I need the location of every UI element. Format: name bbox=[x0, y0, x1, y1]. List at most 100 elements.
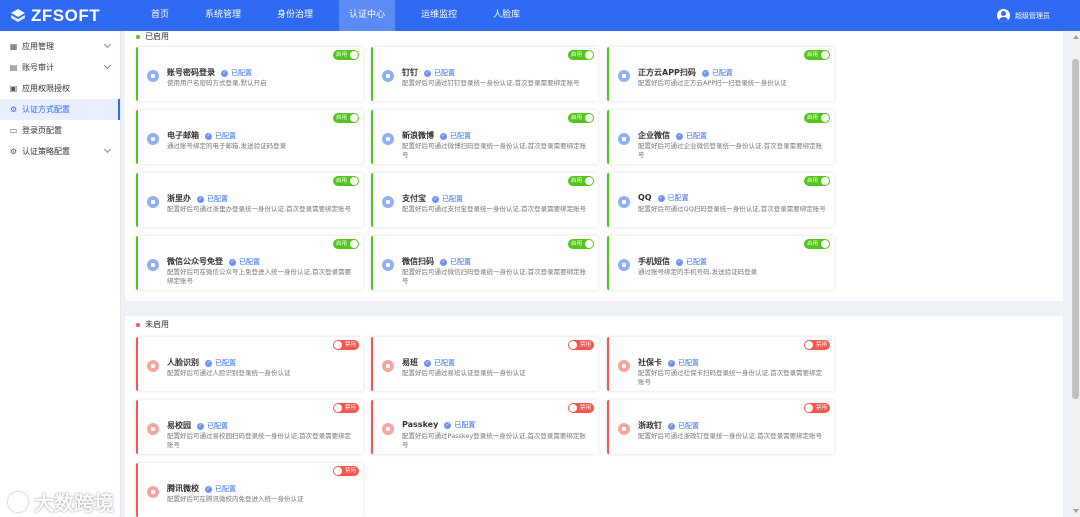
auth-method-card[interactable]: 新浪微博 ✓ 已配置 配置好后可通过微博扫码登录统一身份认证,首次登录需要绑定账号 启用 bbox=[371, 110, 598, 164]
enable-toggle[interactable]: 启用 bbox=[568, 176, 594, 186]
enable-toggle[interactable]: 启用 bbox=[568, 113, 594, 123]
auth-method-icon bbox=[618, 360, 630, 372]
sidebar-item-app-management[interactable]: ▦ 应用管理 bbox=[0, 36, 120, 57]
sidebar-item-login-page-config[interactable]: ▭ 登录页配置 bbox=[0, 120, 120, 141]
configured-status[interactable]: ✓ 已配置 bbox=[440, 258, 471, 266]
scroll-thumb[interactable] bbox=[1072, 59, 1079, 399]
auth-method-card[interactable]: 易校园 ✓ 已配置 配置好后可通过易校园扫码登录统一身份认证,首次登录需要绑定账号 禁用 bbox=[136, 400, 363, 454]
check-circle-icon: ✓ bbox=[197, 195, 204, 203]
auth-method-card[interactable]: 人脸识别 ✓ 已配置 配置好后可通过人脸识别登录统一身份认证 禁用 bbox=[136, 337, 363, 391]
auth-method-name: 微信扫码 ✓ 已配置 bbox=[402, 257, 471, 266]
enabled-section-title: 已启用 bbox=[136, 31, 169, 42]
logo-mark-icon bbox=[11, 8, 25, 22]
check-circle-icon: ✓ bbox=[229, 258, 236, 266]
auth-method-card[interactable]: 支付宝 ✓ 已配置 配置好后可通过支付宝登录统一身份认证,首次登录需要绑定账号 启用 bbox=[371, 173, 598, 227]
configured-status[interactable]: ✓ 已配置 bbox=[229, 258, 260, 266]
enable-toggle[interactable]: 启用 bbox=[804, 176, 830, 186]
gear-icon: ⚙ bbox=[9, 105, 18, 114]
nav-auth-center[interactable]: 认证中心 bbox=[339, 0, 396, 31]
nav-system-management[interactable]: 系统管理 bbox=[195, 0, 251, 31]
auth-method-card[interactable]: 电子邮箱 ✓ 已配置 通过账号绑定的电子邮箱,发送验证码登录 启用 bbox=[136, 110, 363, 164]
auth-method-icon bbox=[382, 70, 394, 82]
user-menu[interactable]: 超级管理员 bbox=[997, 0, 1050, 31]
sidebar-item-app-permission[interactable]: ▣ 应用权限授权 bbox=[0, 78, 120, 99]
nav-ops-monitoring[interactable]: 运维监控 bbox=[411, 0, 467, 31]
configured-status[interactable]: ✓ 已配置 bbox=[657, 194, 689, 202]
configured-status[interactable]: ✓ 已配置 bbox=[444, 421, 475, 429]
disable-toggle[interactable]: 禁用 bbox=[568, 403, 594, 413]
page-scrollbar[interactable] bbox=[1071, 31, 1080, 517]
auth-method-card[interactable]: 腾讯微校 ✓ 已配置 配置好后可在腾讯微校内免登进入统一身份认证 禁用 bbox=[136, 463, 363, 517]
disable-toggle[interactable]: 禁用 bbox=[804, 340, 830, 350]
zfsoft-logo[interactable]: ZFSOFT bbox=[0, 0, 121, 31]
auth-method-description: 配置好后可在腾讯微校内免登进入统一身份认证 bbox=[167, 495, 304, 503]
sidebar-item-auth-policy-config[interactable]: ⚙ 认证策略配置 bbox=[0, 141, 120, 162]
scroll-up-arrow-icon[interactable] bbox=[1073, 35, 1079, 39]
configured-status[interactable]: ✓ 已配置 bbox=[701, 69, 733, 77]
enable-toggle[interactable]: 启用 bbox=[804, 239, 830, 249]
disable-toggle[interactable]: 禁用 bbox=[333, 403, 359, 413]
scroll-down-arrow-icon[interactable] bbox=[1073, 509, 1079, 513]
configured-status[interactable]: ✓ 已配置 bbox=[221, 69, 252, 77]
auth-method-card[interactable]: 浙政钉 ✓ 已配置 配置好后可通过浙政钉登录统一身份认证,首次登录需要绑定账号 禁用 bbox=[607, 400, 834, 454]
enable-toggle[interactable]: 启用 bbox=[333, 50, 359, 60]
sidebar-item-account-audit[interactable]: ▤ 账号审计 bbox=[0, 57, 120, 78]
nav-face-library[interactable]: 人脸库 bbox=[483, 0, 530, 31]
nav-identity-governance[interactable]: 身份治理 bbox=[267, 0, 323, 31]
enable-toggle[interactable]: 启用 bbox=[568, 50, 594, 60]
check-circle-icon: ✓ bbox=[440, 132, 447, 140]
sidebar-item-auth-method-config[interactable]: ⚙ 认证方式配置 bbox=[0, 99, 120, 120]
configured-status[interactable]: ✓ 已配置 bbox=[668, 422, 699, 430]
configured-status[interactable]: ✓ 已配置 bbox=[676, 132, 707, 140]
disable-toggle[interactable]: 禁用 bbox=[333, 340, 359, 350]
configured-status[interactable]: ✓ 已配置 bbox=[197, 422, 228, 430]
disable-toggle[interactable]: 禁用 bbox=[333, 466, 359, 476]
auth-method-description: 配置好后可通过正方云APP扫一扫登录统一身份认证 bbox=[638, 79, 787, 87]
auth-method-icon bbox=[618, 423, 630, 435]
check-circle-icon: ✓ bbox=[205, 485, 212, 493]
check-circle-icon: ✓ bbox=[424, 69, 431, 77]
auth-method-card[interactable]: 微信扫码 ✓ 已配置 配置好后可通过微信扫码登录统一身份认证,首次登录需要绑定账号 启用 bbox=[371, 236, 598, 290]
check-circle-icon: ✓ bbox=[197, 422, 204, 430]
configured-status[interactable]: ✓ 已配置 bbox=[205, 132, 236, 140]
configured-status[interactable]: ✓ 已配置 bbox=[440, 132, 471, 140]
configured-status[interactable]: ✓ 已配置 bbox=[668, 359, 699, 367]
auth-method-card[interactable]: 账号密码登录 ✓ 已配置 使用用户名密码方式登录,默认开启 启用 bbox=[136, 47, 363, 101]
nav-home[interactable]: 首页 bbox=[141, 0, 179, 31]
configured-status[interactable]: ✓ 已配置 bbox=[205, 359, 236, 367]
enable-toggle[interactable]: 启用 bbox=[333, 176, 359, 186]
enable-toggle[interactable]: 启用 bbox=[333, 239, 359, 249]
enable-toggle[interactable]: 启用 bbox=[804, 50, 830, 60]
auth-method-card[interactable]: 钉钉 ✓ 已配置 配置好后可通过钉钉登录统一身份认证,首次登录需要绑定账号 启用 bbox=[371, 47, 598, 101]
check-circle-icon: ✓ bbox=[444, 421, 452, 429]
auth-method-card[interactable]: 正方云APP扫码 ✓ 已配置 配置好后可通过正方云APP扫一扫登录统一身份认证 启用 bbox=[607, 47, 834, 101]
auth-method-card[interactable]: 社保卡 ✓ 已配置 配置好后可通过社保卡扫码登录统一身份认证,首次登录需要绑定账号 禁用 bbox=[607, 337, 834, 391]
configured-status[interactable]: ✓ 已配置 bbox=[205, 485, 236, 493]
auth-method-name: 易校园 ✓ 已配置 bbox=[167, 421, 228, 430]
auth-method-card[interactable]: 浙里办 ✓ 已配置 配置好后可通过浙里办登录统一身份认证,首次登录需要绑定账号 启用 bbox=[136, 173, 363, 227]
enable-toggle[interactable]: 启用 bbox=[333, 113, 359, 123]
auth-method-icon bbox=[147, 133, 159, 145]
check-circle-icon: ✓ bbox=[205, 132, 212, 140]
auth-method-name: 电子邮箱 ✓ 已配置 bbox=[167, 131, 236, 140]
auth-method-card[interactable]: Passkey ✓ 已配置 配置好后可通过Passkey登录统一身份认证,首次登录需要… bbox=[371, 400, 598, 454]
auth-method-name: 支付宝 ✓ 已配置 bbox=[402, 194, 463, 203]
auth-method-card[interactable]: 易班 ✓ 已配置 配置好后可通过易班认证登录统一身份认证 禁用 bbox=[371, 337, 598, 391]
auth-method-card[interactable]: QQ ✓ 已配置 配置好后可通过QQ扫码登录统一身份认证,首次登录需要绑定账号 启用 bbox=[607, 173, 834, 227]
auth-method-card[interactable]: 手机短信 ✓ 已配置 通过账号绑定的手机号码,发送验证码登录 启用 bbox=[607, 236, 834, 290]
configured-status[interactable]: ✓ 已配置 bbox=[432, 195, 463, 203]
enable-toggle[interactable]: 启用 bbox=[568, 239, 594, 249]
configured-status[interactable]: ✓ 已配置 bbox=[197, 195, 228, 203]
sidebar-item-label: 登录页配置 bbox=[22, 126, 62, 135]
disable-toggle[interactable]: 禁用 bbox=[568, 340, 594, 350]
auth-method-description: 配置好后可通过企业微信登录统一身份认证,首次登录需要绑定账号 bbox=[638, 142, 823, 159]
configured-status[interactable]: ✓ 已配置 bbox=[424, 359, 455, 367]
configured-status[interactable]: ✓ 已配置 bbox=[424, 69, 455, 77]
auth-method-icon bbox=[147, 259, 159, 271]
check-circle-icon: ✓ bbox=[668, 359, 675, 367]
configured-status[interactable]: ✓ 已配置 bbox=[676, 258, 707, 266]
disable-toggle[interactable]: 禁用 bbox=[804, 403, 830, 413]
auth-method-card[interactable]: 企业微信 ✓ 已配置 配置好后可通过企业微信登录统一身份认证,首次登录需要绑定账号 启用 bbox=[607, 110, 834, 164]
enable-toggle[interactable]: 启用 bbox=[804, 113, 830, 123]
auth-method-card[interactable]: 微信公众号免登 ✓ 已配置 配置好后可在微信公众号上免登进入统一身份认证,首次登录需要… bbox=[136, 236, 363, 290]
